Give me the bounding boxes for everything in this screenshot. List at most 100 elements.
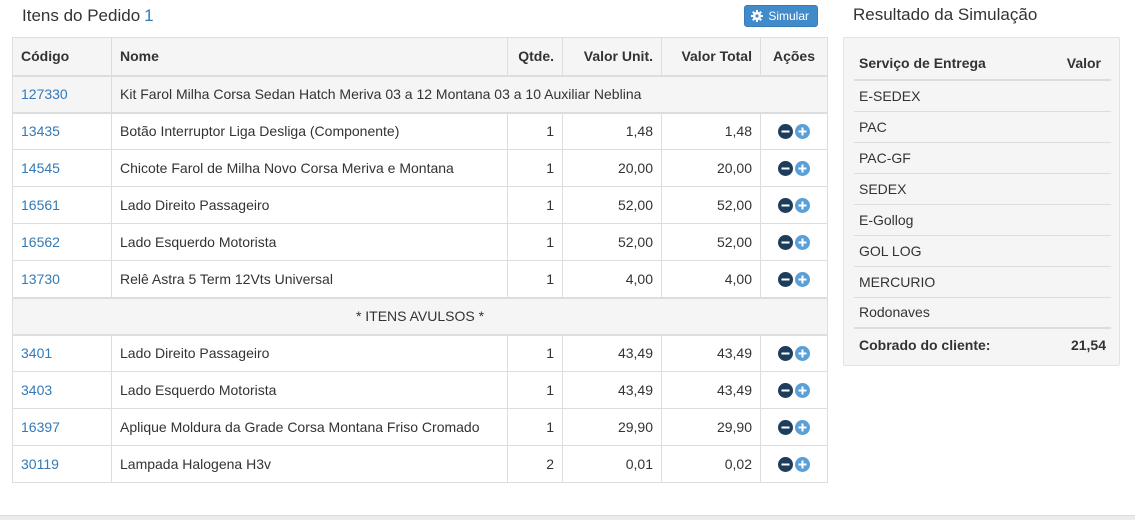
code-cell: 16397 <box>12 408 112 446</box>
minus-circle-icon[interactable] <box>778 198 793 213</box>
item-name: Lado Esquerdo Motorista <box>111 371 508 409</box>
item-code-link[interactable]: 13730 <box>21 271 60 287</box>
charged-label: Cobrado do cliente: <box>854 327 1045 360</box>
service-name: E-SEDEX <box>854 79 1045 111</box>
minus-circle-icon[interactable] <box>778 124 793 140</box>
code-cell: 30119 <box>12 445 112 483</box>
plus-circle-icon[interactable] <box>795 457 810 472</box>
plus-circle-icon[interactable] <box>795 383 810 398</box>
plus-circle-icon[interactable] <box>795 346 810 362</box>
minus-circle-icon[interactable] <box>778 161 793 176</box>
item-total-value: 52,00 <box>661 223 761 261</box>
column-header-unit-value: Valor Unit. <box>562 37 662 77</box>
kit-code-link[interactable]: 127330 <box>21 86 68 102</box>
list-item: Rodonaves <box>854 296 1111 328</box>
minus-circle-icon[interactable] <box>778 383 793 398</box>
service-value <box>1044 296 1111 328</box>
service-name: SEDEX <box>854 172 1045 204</box>
table-row: 16562 Lado Esquerdo Motorista 1 52,00 52,00 <box>12 223 828 261</box>
item-total-value: 0,02 <box>661 445 761 483</box>
minus-circle-icon[interactable] <box>778 271 793 287</box>
code-cell: 13730 <box>12 260 112 298</box>
item-unit-value: 29,90 <box>562 408 662 446</box>
service-name: MERCURIO <box>854 265 1045 297</box>
minus-circle-icon[interactable] <box>778 420 793 435</box>
table-header-row: Código Nome Qtde. Valor Unit. Valor Tota… <box>12 37 828 77</box>
list-item: PAC <box>854 110 1111 142</box>
list-item: GOL LOG <box>854 234 1111 266</box>
column-header-total-value: Valor Total <box>661 37 761 77</box>
panel-title-text: Itens do Pedido <box>22 6 141 25</box>
section-label: * ITENS AVULSOS * <box>12 296 828 336</box>
item-code-link[interactable]: 16562 <box>21 234 60 250</box>
actions-cell <box>760 260 828 298</box>
column-header-value: Valor <box>1044 47 1111 81</box>
minus-circle-icon[interactable] <box>778 346 793 362</box>
kit-items-body: 13435 Botão Interruptor Liga Desliga (Com… <box>12 112 828 298</box>
service-name: E-Gollog <box>854 203 1045 235</box>
item-name: Lado Direito Passageiro <box>111 186 508 224</box>
simulate-button[interactable]: Simular <box>744 5 818 27</box>
item-unit-value: 0,01 <box>562 445 662 483</box>
charged-row: Cobrado do cliente: 21,54 <box>854 327 1111 360</box>
charged-value: 21,54 <box>1044 327 1111 360</box>
item-qty: 1 <box>507 408 563 446</box>
list-item: SEDEX <box>854 172 1111 204</box>
page-bottom-edge <box>0 515 1135 520</box>
code-cell: 13435 <box>12 112 112 150</box>
item-total-value: 1,48 <box>661 112 761 150</box>
plus-circle-icon[interactable] <box>795 271 810 287</box>
item-unit-value: 1,48 <box>562 112 662 150</box>
table-row: 3403 Lado Esquerdo Motorista 1 43,49 43,49 <box>12 371 828 409</box>
plus-circle-icon[interactable] <box>795 198 810 213</box>
item-code-link[interactable]: 16561 <box>21 197 60 213</box>
plus-circle-icon[interactable] <box>795 124 810 140</box>
list-item: E-Gollog <box>854 203 1111 235</box>
service-value <box>1044 110 1111 142</box>
kit-code-cell: 127330 <box>12 75 112 114</box>
column-header-actions: Ações <box>760 37 828 77</box>
list-item: PAC-GF <box>854 141 1111 173</box>
item-total-value: 43,49 <box>661 334 761 372</box>
kit-name: Kit Farol Milha Corsa Sedan Hatch Meriva… <box>111 75 828 114</box>
item-total-value: 52,00 <box>661 186 761 224</box>
simulation-box: Serviço de Entrega Valor E-SEDEX PAC PAC-G… <box>843 37 1120 366</box>
item-code-link[interactable]: 3401 <box>21 345 52 361</box>
item-qty: 1 <box>507 186 563 224</box>
service-name: Rodonaves <box>854 296 1045 328</box>
minus-circle-icon[interactable] <box>778 457 793 472</box>
item-total-value: 43,49 <box>661 371 761 409</box>
code-cell: 16561 <box>12 186 112 224</box>
list-item: E-SEDEX <box>854 79 1111 111</box>
plus-circle-icon[interactable] <box>795 420 810 435</box>
column-header-service: Serviço de Entrega <box>854 47 1045 81</box>
plus-circle-icon[interactable] <box>795 161 810 176</box>
column-header-code: Código <box>12 37 112 77</box>
item-name: Botão Interruptor Liga Desliga (Componen… <box>111 112 508 150</box>
item-code-link[interactable]: 14545 <box>21 160 60 176</box>
column-header-name: Nome <box>111 37 508 77</box>
kit-group-row: 127330 Kit Farol Milha Corsa Sedan Hatch… <box>12 75 828 114</box>
plus-circle-icon[interactable] <box>795 235 810 250</box>
item-total-value: 20,00 <box>661 149 761 187</box>
code-cell: 3403 <box>12 371 112 409</box>
item-qty: 1 <box>507 112 563 150</box>
minus-circle-icon[interactable] <box>778 235 793 250</box>
table-row: 13435 Botão Interruptor Liga Desliga (Com… <box>12 112 828 150</box>
service-value <box>1044 141 1111 173</box>
item-qty: 1 <box>507 223 563 261</box>
simulate-button-label: Simular <box>768 9 809 23</box>
item-code-link[interactable]: 13435 <box>21 123 60 139</box>
item-count: 1 <box>144 6 154 25</box>
item-unit-value: 52,00 <box>562 223 662 261</box>
order-items-table: Código Nome Qtde. Valor Unit. Valor Tota… <box>12 37 828 483</box>
item-name: Chicote Farol de Milha Novo Corsa Meriva… <box>111 149 508 187</box>
table-row: 16397 Aplique Moldura da Grade Corsa Mont… <box>12 408 828 446</box>
shipping-table: Serviço de Entrega Valor E-SEDEX PAC PAC-G… <box>854 47 1111 360</box>
item-code-link[interactable]: 16397 <box>21 419 60 435</box>
table-row: 16561 Lado Direito Passageiro 1 52,00 52,00 <box>12 186 828 224</box>
item-unit-value: 43,49 <box>562 371 662 409</box>
service-name: GOL LOG <box>854 234 1045 266</box>
item-code-link[interactable]: 3403 <box>21 382 52 398</box>
item-code-link[interactable]: 30119 <box>21 456 59 472</box>
